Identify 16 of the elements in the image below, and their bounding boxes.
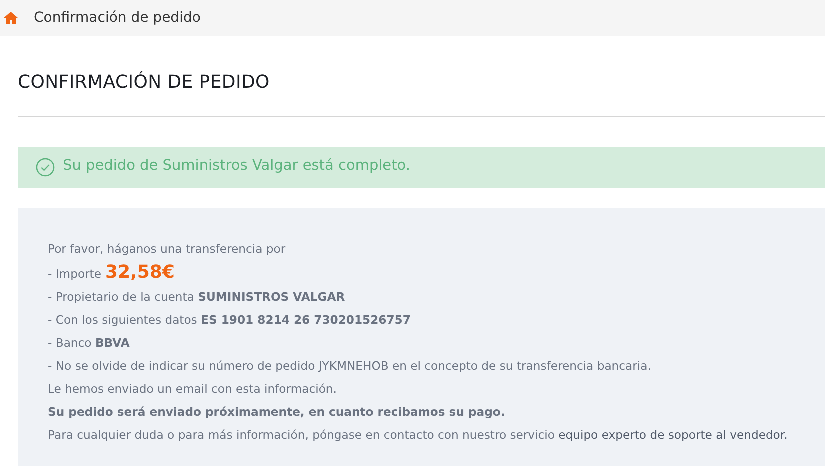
- instruction-text: Por favor, háganos una transferencia por: [48, 242, 286, 256]
- instruction-text: Le hemos enviado un email con esta información.: [48, 382, 337, 396]
- instruction-text: - Con los siguientes datos ES 1901 8214 26 730201526757: [48, 312, 411, 327]
- check-circle-icon: [36, 158, 55, 177]
- instruction-text: - No se olvide de indicar su número de pedido JYKMNEHOB en el concepto de su transferencia bancaria.: [48, 358, 652, 373]
- contact-text: Para cualquier duda o para más información, póngase en contacto con nuestro servicio equipo experto de soporte al vendedor.: [48, 428, 788, 442]
- instruction-text: - Banco BBVA: [48, 336, 130, 350]
- support-link[interactable]: equipo experto de soporte al vendedor.: [558, 428, 788, 442]
- payment-note: Su pedido será enviado próximamente, en cuanto recibamos su pago.: [48, 404, 506, 419]
- breadcrumb-item: Confirmación de pedido: [34, 8, 201, 28]
- amount-label: - Importe: [48, 266, 102, 283]
- instruction-text: - Propietario de la cuenta SUMINISTROS VALGAR: [48, 290, 346, 304]
- page-title: CONFIRMACIÓN DE PEDIDO: [18, 72, 271, 94]
- alert-message: Su pedido de Suministros Valgar está completo.: [63, 157, 411, 176]
- home-icon[interactable]: [4, 12, 18, 24]
- amount-value: 32,58€: [105, 260, 175, 284]
